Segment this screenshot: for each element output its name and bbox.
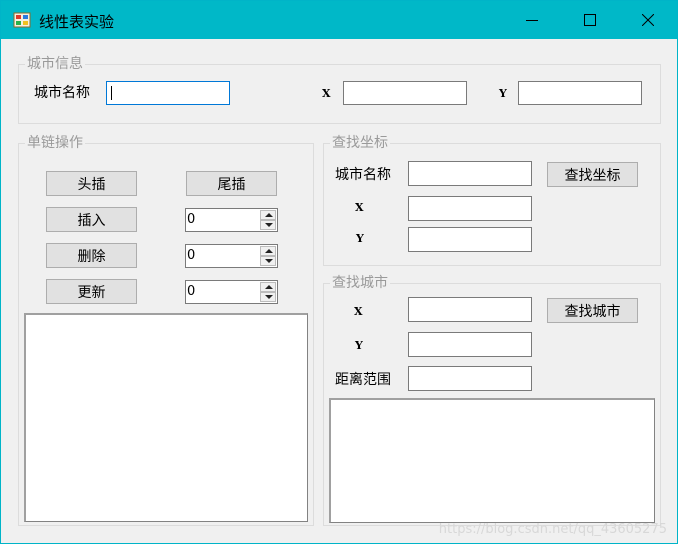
- city-name-label: 城市名称: [34, 85, 90, 101]
- find-city-x-input[interactable]: [408, 297, 532, 322]
- update-index-value: 0: [187, 284, 196, 299]
- title-bar[interactable]: 线性表实验: [1, 1, 677, 39]
- delete-button[interactable]: 删除: [46, 243, 137, 268]
- insert-index-value: 0: [187, 212, 196, 227]
- city-y-label: Y: [499, 87, 507, 100]
- linked-list-legend: 单链操作: [27, 135, 83, 151]
- maximize-icon: [584, 14, 596, 26]
- app-icon: [13, 11, 31, 29]
- minimize-icon: [526, 14, 538, 26]
- city-x-label: X: [322, 87, 331, 100]
- city-name-input[interactable]: [106, 81, 230, 105]
- spin-down-icon[interactable]: [260, 292, 276, 302]
- find-coord-legend: 查找坐标: [332, 135, 388, 151]
- update-index-stepper[interactable]: 0: [185, 280, 278, 304]
- find-city-range-label: 距离范围: [335, 372, 391, 388]
- find-coord-name-label: 城市名称: [335, 167, 391, 183]
- app-window: 线性表实验 城市信息 城市名称 X Y 单链操作 头插 尾插 插入 0 删除 0…: [0, 0, 678, 544]
- find-city-button[interactable]: 查找城市: [547, 298, 638, 323]
- tail-insert-button[interactable]: 尾插: [186, 171, 277, 196]
- insert-button[interactable]: 插入: [46, 207, 137, 232]
- spin-down-icon[interactable]: [260, 256, 276, 266]
- window-title: 线性表实验: [39, 13, 115, 31]
- close-button[interactable]: [619, 1, 677, 39]
- city-info-legend: 城市信息: [27, 56, 83, 72]
- head-insert-button[interactable]: 头插: [46, 171, 137, 196]
- spin-up-icon[interactable]: [260, 210, 276, 220]
- find-coord-x-output[interactable]: [408, 196, 532, 221]
- find-city-y-input[interactable]: [408, 332, 532, 357]
- maximize-button[interactable]: [561, 1, 619, 39]
- find-coord-x-label: X: [355, 201, 364, 214]
- city-x-input[interactable]: [343, 81, 467, 105]
- find-city-result-listbox[interactable]: [329, 398, 655, 523]
- find-coord-name-input[interactable]: [408, 161, 532, 186]
- find-coord-y-label: Y: [356, 232, 364, 245]
- update-button[interactable]: 更新: [46, 279, 137, 304]
- spin-up-icon[interactable]: [260, 282, 276, 292]
- delete-index-value: 0: [187, 248, 196, 263]
- watermark: https://blog.csdn.net/qq_43605275: [438, 522, 667, 537]
- find-coord-button[interactable]: 查找坐标: [547, 162, 638, 187]
- find-city-y-label: Y: [355, 339, 363, 352]
- linked-list-listbox[interactable]: [24, 313, 308, 522]
- text-caret: [111, 86, 112, 100]
- insert-index-stepper[interactable]: 0: [185, 208, 278, 232]
- spin-up-icon[interactable]: [260, 246, 276, 256]
- city-y-input[interactable]: [518, 81, 642, 105]
- delete-index-stepper[interactable]: 0: [185, 244, 278, 268]
- find-city-legend: 查找城市: [332, 275, 388, 291]
- find-city-range-input[interactable]: [408, 366, 532, 391]
- close-icon: [642, 14, 654, 26]
- minimize-button[interactable]: [503, 1, 561, 39]
- spin-down-icon[interactable]: [260, 220, 276, 230]
- find-coord-y-output[interactable]: [408, 227, 532, 252]
- find-city-x-label: X: [354, 305, 363, 318]
